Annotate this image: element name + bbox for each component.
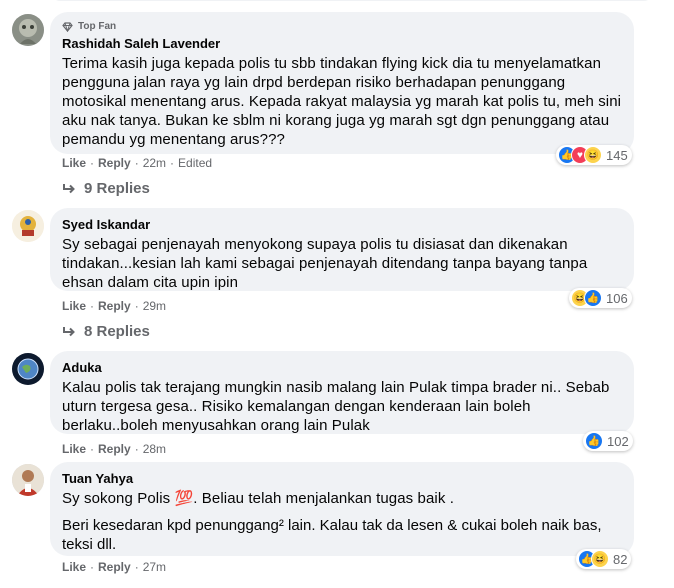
timestamp[interactable]: 27m (143, 560, 166, 574)
timestamp[interactable]: 22m (143, 156, 166, 170)
commenter-name[interactable]: Aduka (62, 359, 622, 376)
reply-button[interactable]: Reply (98, 442, 131, 456)
top-fan-badge: Top Fan (62, 20, 622, 33)
badge-label: Top Fan (78, 21, 117, 32)
comment-text: Kalau polis tak terajang mungkin nasib m… (62, 379, 614, 434)
reply-button[interactable]: Reply (98, 299, 131, 313)
reply-button[interactable]: Reply (98, 156, 131, 170)
reply-button[interactable]: Reply (98, 560, 131, 574)
avatar-image (12, 14, 44, 46)
comment-actions: Like · Reply · 22m · Edited (62, 156, 213, 170)
haha-icon: 😆 (591, 550, 609, 568)
reaction-count: 82 (613, 551, 628, 567)
avatar[interactable] (12, 210, 44, 242)
timestamp[interactable]: 28m (143, 442, 166, 456)
commenter-name[interactable]: Tuan Yahya (62, 470, 622, 487)
comment-bubble: Syed Iskandar Sy sebagai penjenayah meny… (50, 208, 634, 291)
previous-comment-bubble (50, 0, 654, 1)
timestamp[interactable]: 29m (143, 299, 166, 313)
reply-arrow-icon (63, 326, 75, 336)
diamond-icon (62, 21, 73, 32)
replies-label: 8 Replies (84, 323, 150, 340)
reaction-summary[interactable]: 👍 102 (583, 431, 633, 451)
reaction-count: 106 (606, 290, 628, 306)
reaction-count: 145 (606, 147, 628, 163)
avatar[interactable] (12, 353, 44, 385)
view-replies-button[interactable]: 9 Replies (62, 180, 150, 197)
commenter-name[interactable]: Syed Iskandar (62, 216, 622, 233)
like-button[interactable]: Like (62, 299, 86, 313)
comment-actions: Like · Reply · 28m (62, 442, 167, 456)
replies-label: 9 Replies (84, 180, 150, 197)
commenter-name[interactable]: Rashidah Saleh Lavender (62, 35, 622, 52)
like-button[interactable]: Like (62, 560, 86, 574)
comment-text-paragraph-2: Beri kesedaran kpd penunggang² lain. Kal… (62, 517, 602, 553)
avatar-image (12, 210, 44, 242)
comment-actions: Like · Reply · 29m (62, 299, 167, 313)
reaction-count: 102 (607, 433, 629, 449)
edited-label: Edited (178, 156, 213, 170)
comment-actions: Like · Reply · 27m (62, 560, 167, 574)
comment-text: Sy sokong Polis 💯. Beliau telah menjalan… (62, 490, 454, 507)
comment-text: Sy sebagai penjenayah menyokong supaya p… (62, 236, 592, 291)
view-replies-button[interactable]: 8 Replies (62, 323, 150, 340)
like-icon: 👍 (584, 289, 602, 307)
like-button[interactable]: Like (62, 156, 86, 170)
haha-icon: 😆 (584, 146, 602, 164)
reaction-summary[interactable]: 👍 ♥ 😆 145 (556, 145, 632, 165)
comment-bubble: Aduka Kalau polis tak terajang mungkin n… (50, 351, 634, 434)
reaction-summary[interactable]: 👍 😆 82 (576, 549, 632, 569)
reply-arrow-icon (63, 183, 75, 193)
like-icon: 👍 (585, 432, 603, 450)
like-button[interactable]: Like (62, 442, 86, 456)
comment-text: Terima kasih juga kepada polis tu sbb ti… (62, 55, 626, 148)
comment-bubble: Top Fan Rashidah Saleh Lavender Terima k… (50, 12, 634, 154)
avatar-image (12, 464, 44, 496)
reaction-summary[interactable]: 😆 👍 106 (569, 288, 632, 308)
avatar[interactable] (12, 464, 44, 496)
avatar[interactable] (12, 14, 44, 46)
comment-bubble: Tuan Yahya Sy sokong Polis 💯. Beliau tel… (50, 462, 634, 556)
avatar-image (12, 353, 44, 385)
